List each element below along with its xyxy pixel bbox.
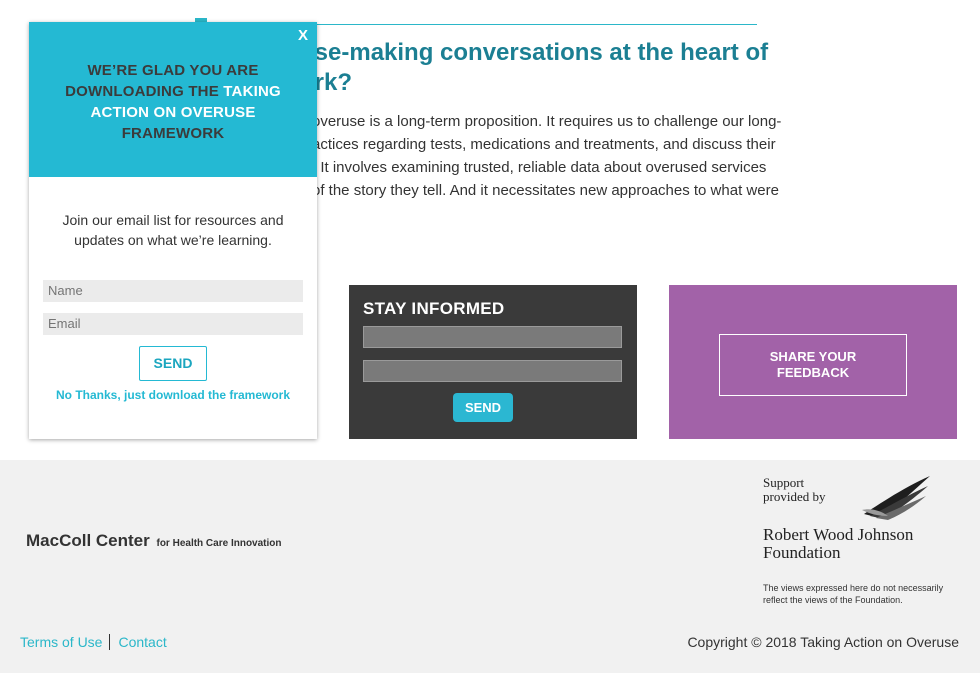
popup-name-input[interactable] bbox=[43, 280, 303, 302]
maccoll-subtitle: for Health Care Innovation bbox=[156, 538, 282, 549]
page: nse-making conversations at the heart of… bbox=[0, 0, 980, 673]
stay-informed-email-input[interactable] bbox=[363, 360, 622, 382]
article-body: overuse is a long-term proposition. It r… bbox=[312, 113, 782, 199]
popup-description: Join our email list for resources and up… bbox=[62, 212, 284, 248]
footer: MacColl Center for Health Care Innovatio… bbox=[0, 460, 980, 673]
footer-links: Terms of Use Contact bbox=[20, 634, 167, 650]
stay-informed-name-input[interactable] bbox=[363, 326, 622, 348]
popup-close-button[interactable]: X bbox=[298, 27, 308, 44]
rwjf-name[interactable]: Robert Wood Johnson Foundation bbox=[763, 526, 953, 562]
stay-informed-send-button[interactable]: SEND bbox=[453, 393, 513, 422]
share-feedback-button[interactable]: SHARE YOUR FEEDBACK bbox=[719, 334, 907, 396]
terms-of-use-link[interactable]: Terms of Use bbox=[20, 634, 102, 650]
contact-link[interactable]: Contact bbox=[118, 634, 166, 650]
link-separator bbox=[109, 634, 111, 650]
stay-informed-panel: STAY INFORMED SEND bbox=[349, 285, 637, 439]
popup-skip-link[interactable]: No Thanks, just download the framework bbox=[29, 388, 317, 402]
popup-heading-text-end: FRAMEWORK bbox=[121, 125, 225, 142]
feedback-panel: SHARE YOUR FEEDBACK bbox=[669, 285, 957, 439]
foundation-disclaimer: The views expressed here do not necessar… bbox=[763, 583, 944, 605]
download-popup: X WE’RE GLAD YOU ARE DOWNLOADING THE TAK… bbox=[29, 22, 317, 439]
popup-header: X WE’RE GLAD YOU ARE DOWNLOADING THE TAK… bbox=[29, 22, 317, 177]
rwjf-wing-icon bbox=[862, 476, 930, 520]
popup-heading: WE’RE GLAD YOU ARE DOWNLOADING THE TAKIN… bbox=[55, 60, 291, 144]
support-text: Support provided by bbox=[763, 475, 826, 504]
copyright-text: Copyright © 2018 Taking Action on Overus… bbox=[687, 634, 959, 650]
maccoll-logo[interactable]: MacColl Center for Health Care Innovatio… bbox=[26, 531, 282, 551]
maccoll-name: MacColl Center bbox=[26, 531, 150, 550]
popup-send-button[interactable]: SEND bbox=[139, 346, 207, 381]
stay-informed-title: STAY INFORMED bbox=[363, 299, 505, 318]
article-title: nse-making conversations at the heart of… bbox=[300, 39, 769, 96]
popup-email-input[interactable] bbox=[43, 313, 303, 335]
